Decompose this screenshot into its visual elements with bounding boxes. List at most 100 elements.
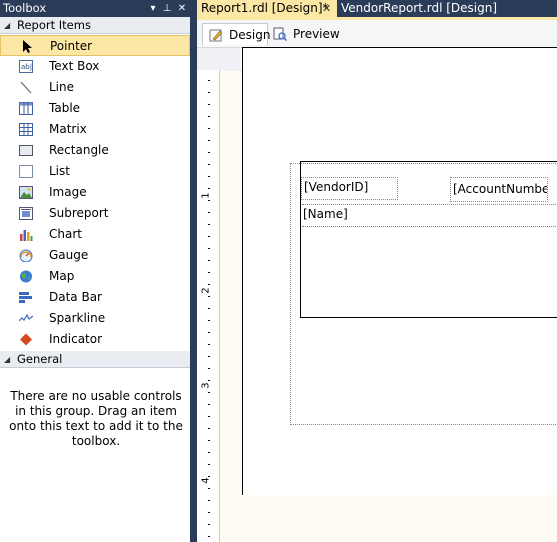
tool-item-label: Image xyxy=(49,185,87,199)
tool-item-databar[interactable]: Data Bar xyxy=(0,287,190,308)
ruler-tick xyxy=(208,164,210,165)
close-icon[interactable]: ✕ xyxy=(175,0,189,17)
ruler-tick xyxy=(208,116,210,117)
ruler-tick xyxy=(208,344,210,345)
tool-item-label: Subreport xyxy=(49,206,109,220)
tool-item-list[interactable]: List xyxy=(0,161,190,182)
group-header-report-items[interactable]: ◢ Report Items xyxy=(0,17,190,34)
tool-item-rectangle[interactable]: Rectangle xyxy=(0,140,190,161)
document-tab-strip: Report1.rdl [Design]* ✕ VendorReport.rdl… xyxy=(197,0,557,17)
sparkline-icon xyxy=(19,313,33,322)
tool-item-sparkline[interactable]: Sparkline xyxy=(0,308,190,329)
ruler-tick xyxy=(208,476,210,477)
ruler-tick xyxy=(208,284,210,285)
tab-vendorreport[interactable]: VendorReport.rdl [Design] xyxy=(337,0,557,17)
databar-icon xyxy=(19,292,32,303)
field-name[interactable]: [Name] xyxy=(301,205,557,225)
tablix-row-separator xyxy=(302,226,557,227)
ruler-tick xyxy=(208,404,210,405)
tool-item-gauge[interactable]: Gauge xyxy=(0,245,190,266)
ruler-number: 3 xyxy=(200,382,212,389)
tool-item-label: Pointer xyxy=(50,39,93,53)
tool-item-subreport[interactable]: Subreport xyxy=(0,203,190,224)
ruler-tick xyxy=(208,296,210,297)
ruler-tick xyxy=(208,488,210,489)
svg-text:ab|: ab| xyxy=(21,63,32,71)
tool-item-image[interactable]: Image xyxy=(0,182,190,203)
rectangle-icon xyxy=(19,145,33,156)
tool-item-label: Indicator xyxy=(49,332,103,346)
tool-item-label: Line xyxy=(49,80,75,94)
ruler-tick xyxy=(208,92,210,93)
ruler-tick xyxy=(208,368,210,369)
view-tab-bar: Design Preview xyxy=(197,20,557,48)
textbox-icon: ab| xyxy=(19,60,33,73)
tool-item-matrix[interactable]: Matrix xyxy=(0,119,190,140)
ruler-number: 2 xyxy=(200,287,212,294)
group-label: Report Items xyxy=(17,18,91,32)
view-tab-label: Design xyxy=(229,28,271,42)
ruler-tick xyxy=(208,140,210,141)
tab-design[interactable]: Design xyxy=(202,23,271,45)
collapse-triangle-icon: ◢ xyxy=(4,355,11,364)
ruler-tick xyxy=(208,452,210,453)
preview-icon xyxy=(273,27,287,41)
image-icon xyxy=(19,186,33,199)
ruler-tick xyxy=(208,248,210,249)
ruler-tick xyxy=(208,308,210,309)
ruler-tick xyxy=(208,440,210,441)
group-header-general[interactable]: ◢ General xyxy=(0,351,190,368)
tab-report1[interactable]: Report1.rdl [Design]* ✕ xyxy=(197,0,337,17)
tool-item-label: Text Box xyxy=(49,59,100,73)
tool-item-label: Chart xyxy=(49,227,82,241)
tool-item-label: List xyxy=(49,164,70,178)
ruler-tick xyxy=(208,260,210,261)
panel-splitter[interactable] xyxy=(190,0,197,542)
line-icon xyxy=(20,81,32,94)
ruler-tick xyxy=(208,356,210,357)
tool-item-label: Matrix xyxy=(49,122,87,136)
tab-label: Report1.rdl [Design]* xyxy=(201,1,329,15)
group-label: General xyxy=(17,352,63,366)
ruler-tick xyxy=(208,464,210,465)
field-accountnumber[interactable]: [AccountNumbe xyxy=(450,177,548,202)
ruler-tick xyxy=(208,176,210,177)
toolbox-panel: Toolbox ▾ ⊥ ✕ ◢ Report Items Pointer ab|… xyxy=(0,0,192,542)
pin-icon[interactable]: ⊥ xyxy=(160,0,174,17)
ruler-tick xyxy=(208,200,210,201)
ruler-tick xyxy=(208,80,210,81)
chart-icon xyxy=(20,230,33,241)
tool-item-line[interactable]: Line xyxy=(0,77,190,98)
tool-item-label: Sparkline xyxy=(49,311,106,325)
tool-item-map[interactable]: Map xyxy=(0,266,190,287)
field-vendorid[interactable]: [VendorID] xyxy=(301,177,398,200)
ruler-tick xyxy=(208,500,210,501)
subreport-icon xyxy=(19,207,33,220)
close-tab-icon[interactable]: ✕ xyxy=(322,0,331,17)
tool-item-indicator[interactable]: Indicator xyxy=(0,329,190,350)
tool-item-table[interactable]: Table xyxy=(0,98,190,119)
table-icon xyxy=(19,102,33,115)
empty-group-message: There are no usable controls in this gro… xyxy=(9,389,183,448)
gauge-icon xyxy=(19,249,33,262)
design-icon xyxy=(209,29,223,42)
ruler-tick xyxy=(208,224,210,225)
ruler-tick xyxy=(208,212,210,213)
ruler-number: 1 xyxy=(200,192,212,199)
ruler-tick xyxy=(208,428,210,429)
ruler-number: 4 xyxy=(200,477,212,484)
tool-item-pointer[interactable]: Pointer xyxy=(0,35,190,56)
tool-item-chart[interactable]: Chart xyxy=(0,224,190,245)
tool-item-label: Map xyxy=(49,269,75,283)
ruler-tick xyxy=(208,416,210,417)
tool-item-textbox[interactable]: ab| Text Box xyxy=(0,56,190,77)
ruler-tick xyxy=(208,320,210,321)
tab-label: VendorReport.rdl [Design] xyxy=(341,1,498,15)
map-icon xyxy=(20,270,32,283)
ruler-tick xyxy=(208,236,210,237)
ruler-tick xyxy=(208,188,210,189)
tab-preview[interactable]: Preview xyxy=(269,23,340,45)
toolbox-title-bar: Toolbox ▾ ⊥ ✕ xyxy=(0,0,192,17)
document-area: Report1.rdl [Design]* ✕ VendorReport.rdl… xyxy=(197,0,557,542)
dropdown-icon[interactable]: ▾ xyxy=(146,0,160,17)
